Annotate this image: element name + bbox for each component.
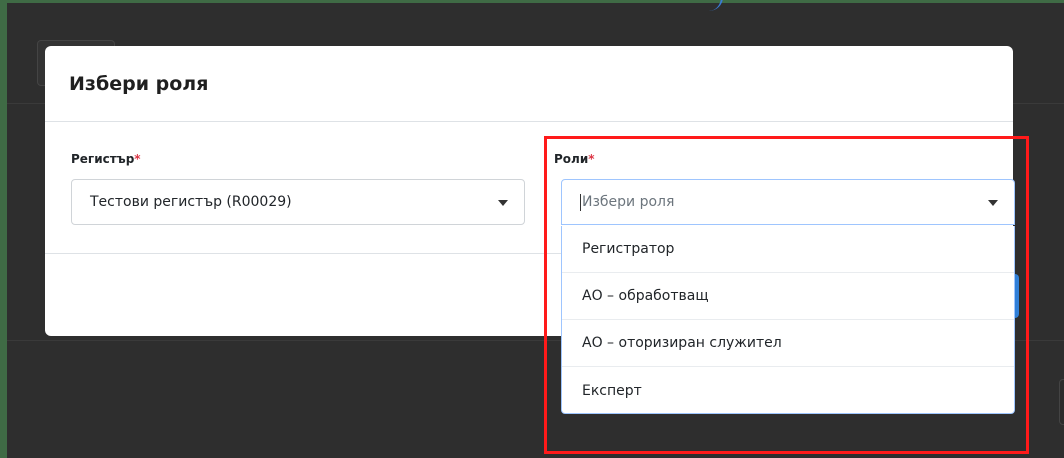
- background-accent: [697, 0, 723, 11]
- register-label-text: Регистър: [71, 152, 135, 166]
- text-cursor: [580, 193, 581, 211]
- register-select[interactable]: Тестови регистър (R00029): [71, 179, 525, 225]
- roles-label: Роли*: [554, 152, 595, 166]
- roles-dropdown-list: Регистратор АО – обработващ АО – оторизи…: [561, 226, 1015, 414]
- modal-title: Избери роля: [69, 72, 209, 95]
- role-option-registrar[interactable]: Регистратор: [562, 226, 1014, 273]
- modal-header: Избери роля: [45, 46, 1013, 122]
- required-mark: *: [134, 152, 141, 166]
- window-frame-left: [0, 0, 7, 458]
- role-option-ao-authorized-employee[interactable]: АО – оторизиран служител: [562, 320, 1014, 367]
- role-option-ao-processor[interactable]: АО – обработващ: [562, 273, 1014, 320]
- required-mark: *: [588, 152, 595, 166]
- background-button-right: [1059, 379, 1064, 425]
- role-option-expert[interactable]: Експерт: [562, 367, 1014, 414]
- register-select-value: Тестови регистър (R00029): [90, 194, 292, 210]
- roles-select-placeholder[interactable]: Избери роля: [582, 194, 674, 210]
- roles-select[interactable]: Избери роля: [561, 179, 1015, 225]
- chevron-down-icon[interactable]: [988, 200, 998, 206]
- roles-label-text: Роли: [554, 152, 589, 166]
- chevron-down-icon[interactable]: [498, 200, 508, 206]
- register-label: Регистър*: [71, 152, 141, 166]
